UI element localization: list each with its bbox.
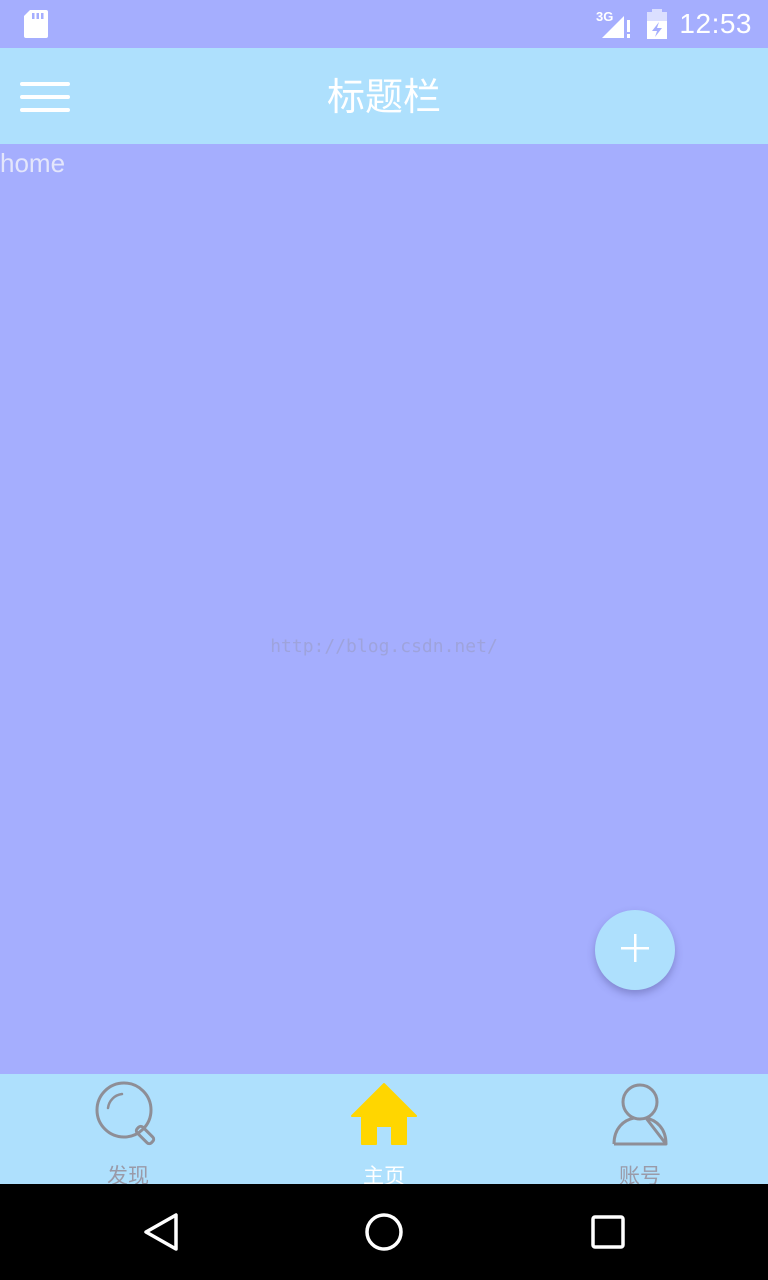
- main-content: home http://blog.csdn.net/: [0, 144, 768, 1074]
- home-circle-icon[interactable]: [364, 1212, 404, 1256]
- home-text: home: [0, 148, 66, 178]
- nav-item-account[interactable]: 账号: [512, 1074, 768, 1188]
- person-icon: [606, 1080, 674, 1148]
- page-title: 标题栏: [326, 75, 441, 119]
- plus-icon: [619, 932, 651, 968]
- system-navigation-bar: [0, 1184, 768, 1280]
- clock: 12:53: [679, 8, 752, 39]
- recents-icon[interactable]: [590, 1212, 626, 1256]
- add-button[interactable]: [595, 910, 675, 990]
- app-bar: 标题栏: [0, 48, 768, 144]
- status-bar: 3G 12:53: [0, 0, 768, 48]
- search-icon: [94, 1080, 162, 1148]
- signal-icon: 3G: [596, 8, 636, 44]
- nav-item-home[interactable]: 主页: [256, 1074, 512, 1188]
- bottom-navigation: 发现 主页 账号: [0, 1074, 768, 1188]
- network-type: 3G: [596, 9, 613, 24]
- sd-card-icon: [24, 10, 48, 42]
- nav-item-discover[interactable]: 发现: [0, 1074, 256, 1188]
- watermark: http://blog.csdn.net/: [270, 636, 498, 657]
- back-icon[interactable]: [142, 1212, 182, 1256]
- battery-icon: [646, 9, 668, 43]
- home-icon: [350, 1080, 418, 1148]
